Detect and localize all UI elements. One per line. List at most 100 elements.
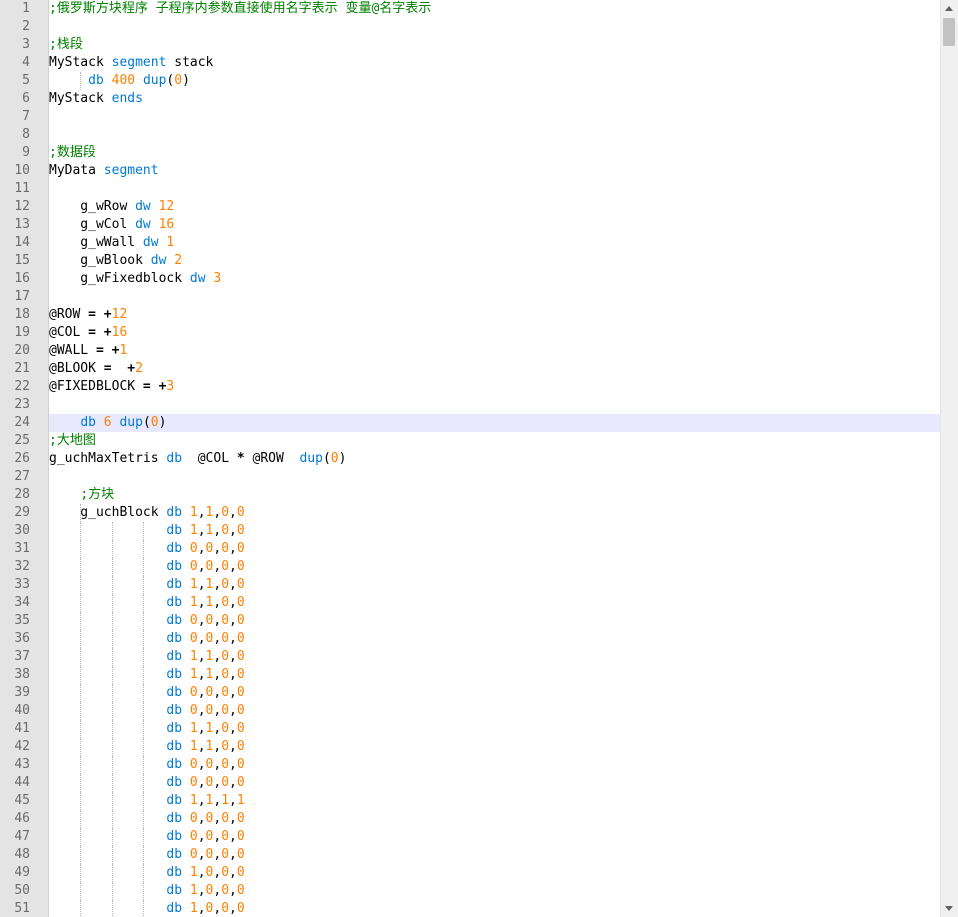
line-code[interactable]: ;栈段: [49, 36, 941, 54]
line-code[interactable]: g_wCol dw 16: [49, 216, 941, 234]
code-line[interactable]: 32 db 0,0,0,0: [0, 558, 941, 576]
code-line[interactable]: 5 db 400 dup(0): [0, 72, 941, 90]
line-code[interactable]: db 1,1,0,0: [49, 666, 941, 684]
line-code[interactable]: db 0,0,0,0: [49, 774, 941, 792]
line-code[interactable]: ;方块: [49, 486, 941, 504]
code-line[interactable]: 14 g_wWall dw 1: [0, 234, 941, 252]
code-line[interactable]: 29 g_uchBlock db 1,1,0,0: [0, 504, 941, 522]
code-line[interactable]: 15 g_wBlook dw 2: [0, 252, 941, 270]
code-line[interactable]: 9 ;数据段: [0, 144, 941, 162]
code-line[interactable]: 26 g_uchMaxTetris db @COL * @ROW dup(0): [0, 450, 941, 468]
line-code[interactable]: db 1,1,1,1: [49, 792, 941, 810]
vertical-scrollbar[interactable]: [940, 0, 958, 917]
line-code[interactable]: MyStack ends: [49, 90, 941, 108]
line-code[interactable]: db 1,1,0,0: [49, 720, 941, 738]
code-line[interactable]: 47 db 0,0,0,0: [0, 828, 941, 846]
code-line[interactable]: 51 db 1,0,0,0: [0, 900, 941, 917]
line-code[interactable]: ;数据段: [49, 144, 941, 162]
code-line[interactable]: 17: [0, 288, 941, 306]
line-code[interactable]: g_wFixedblock dw 3: [49, 270, 941, 288]
code-line[interactable]: 12 g_wRow dw 12: [0, 198, 941, 216]
code-line[interactable]: 50 db 1,0,0,0: [0, 882, 941, 900]
code-line[interactable]: 48 db 0,0,0,0: [0, 846, 941, 864]
code-lines[interactable]: 1 ;俄罗斯方块程序 子程序内参数直接使用名字表示 变量@名字表示 2 3 ;栈段 4 My…: [0, 0, 941, 917]
code-line[interactable]: 38 db 1,1,0,0: [0, 666, 941, 684]
code-line[interactable]: 16 g_wFixedblock dw 3: [0, 270, 941, 288]
code-line[interactable]: 49 db 1,0,0,0: [0, 864, 941, 882]
line-code[interactable]: db 0,0,0,0: [49, 810, 941, 828]
code-line[interactable]: 22 @FIXEDBLOCK = +3: [0, 378, 941, 396]
code-line[interactable]: 2: [0, 18, 941, 36]
line-code[interactable]: db 0,0,0,0: [49, 702, 941, 720]
code-line[interactable]: 43 db 0,0,0,0: [0, 756, 941, 774]
line-code[interactable]: @ROW = +12: [49, 306, 941, 324]
line-code[interactable]: db 0,0,0,0: [49, 684, 941, 702]
scrollbar-thumb[interactable]: [943, 18, 955, 46]
line-code[interactable]: db 1,1,0,0: [49, 576, 941, 594]
line-code[interactable]: g_wBlook dw 2: [49, 252, 941, 270]
code-line[interactable]: 1 ;俄罗斯方块程序 子程序内参数直接使用名字表示 变量@名字表示: [0, 0, 941, 18]
code-editor[interactable]: 1 ;俄罗斯方块程序 子程序内参数直接使用名字表示 变量@名字表示 2 3 ;栈段 4 My…: [0, 0, 958, 917]
line-code[interactable]: [49, 126, 941, 144]
code-line[interactable]: 33 db 1,1,0,0: [0, 576, 941, 594]
line-code[interactable]: db 400 dup(0): [49, 72, 941, 90]
code-line[interactable]: 21 @BLOOK = +2: [0, 360, 941, 378]
code-line[interactable]: 37 db 1,1,0,0: [0, 648, 941, 666]
line-code[interactable]: db 1,1,0,0: [49, 594, 941, 612]
line-code[interactable]: [49, 180, 941, 198]
line-code[interactable]: g_uchMaxTetris db @COL * @ROW dup(0): [49, 450, 941, 468]
line-code[interactable]: db 0,0,0,0: [49, 540, 941, 558]
code-line[interactable]: 39 db 0,0,0,0: [0, 684, 941, 702]
line-code[interactable]: g_wWall dw 1: [49, 234, 941, 252]
code-line[interactable]: 42 db 1,1,0,0: [0, 738, 941, 756]
line-code[interactable]: db 1,1,0,0: [49, 522, 941, 540]
scroll-up-arrow-icon[interactable]: [941, 0, 958, 17]
code-line[interactable]: 3 ;栈段: [0, 36, 941, 54]
code-line[interactable]: 35 db 0,0,0,0: [0, 612, 941, 630]
line-code[interactable]: db 0,0,0,0: [49, 828, 941, 846]
code-line[interactable]: 7: [0, 108, 941, 126]
code-line[interactable]: 44 db 0,0,0,0: [0, 774, 941, 792]
line-code[interactable]: [49, 108, 941, 126]
code-line[interactable]: 31 db 0,0,0,0: [0, 540, 941, 558]
scroll-down-arrow-icon[interactable]: [941, 900, 958, 917]
line-code[interactable]: db 1,1,0,0: [49, 738, 941, 756]
line-code[interactable]: @FIXEDBLOCK = +3: [49, 378, 941, 396]
code-line[interactable]: 45 db 1,1,1,1: [0, 792, 941, 810]
code-line[interactable]: 20 @WALL = +1: [0, 342, 941, 360]
line-code[interactable]: db 0,0,0,0: [49, 756, 941, 774]
line-code[interactable]: MyStack segment stack: [49, 54, 941, 72]
code-line[interactable]: 36 db 0,0,0,0: [0, 630, 941, 648]
line-code[interactable]: g_wRow dw 12: [49, 198, 941, 216]
line-code[interactable]: db 0,0,0,0: [49, 612, 941, 630]
line-code[interactable]: g_uchBlock db 1,1,0,0: [49, 504, 941, 522]
code-line[interactable]: 30 db 1,1,0,0: [0, 522, 941, 540]
code-line[interactable]: 8: [0, 126, 941, 144]
line-code[interactable]: @COL = +16: [49, 324, 941, 342]
code-line[interactable]: 28 ;方块: [0, 486, 941, 504]
code-line[interactable]: 18 @ROW = +12: [0, 306, 941, 324]
code-line[interactable]: 27: [0, 468, 941, 486]
line-code[interactable]: ;大地图: [49, 432, 941, 450]
line-code[interactable]: db 0,0,0,0: [49, 846, 941, 864]
line-code[interactable]: db 1,0,0,0: [49, 900, 941, 917]
line-code[interactable]: db 1,0,0,0: [49, 864, 941, 882]
line-code[interactable]: [49, 396, 941, 414]
line-code[interactable]: MyData segment: [49, 162, 941, 180]
code-line[interactable]: 40 db 0,0,0,0: [0, 702, 941, 720]
code-line[interactable]: 19 @COL = +16: [0, 324, 941, 342]
code-line[interactable]: 4 MyStack segment stack: [0, 54, 941, 72]
code-line[interactable]: 24 db 6 dup(0): [0, 414, 941, 432]
code-line[interactable]: 11: [0, 180, 941, 198]
line-code[interactable]: @BLOOK = +2: [49, 360, 941, 378]
line-code[interactable]: db 1,1,0,0: [49, 648, 941, 666]
code-line[interactable]: 41 db 1,1,0,0: [0, 720, 941, 738]
code-line[interactable]: 46 db 0,0,0,0: [0, 810, 941, 828]
line-code[interactable]: db 0,0,0,0: [49, 630, 941, 648]
line-code[interactable]: [49, 18, 941, 36]
code-line[interactable]: 23: [0, 396, 941, 414]
line-code[interactable]: [49, 468, 941, 486]
code-line[interactable]: 34 db 1,1,0,0: [0, 594, 941, 612]
line-code[interactable]: @WALL = +1: [49, 342, 941, 360]
line-code[interactable]: ;俄罗斯方块程序 子程序内参数直接使用名字表示 变量@名字表示: [49, 0, 941, 18]
